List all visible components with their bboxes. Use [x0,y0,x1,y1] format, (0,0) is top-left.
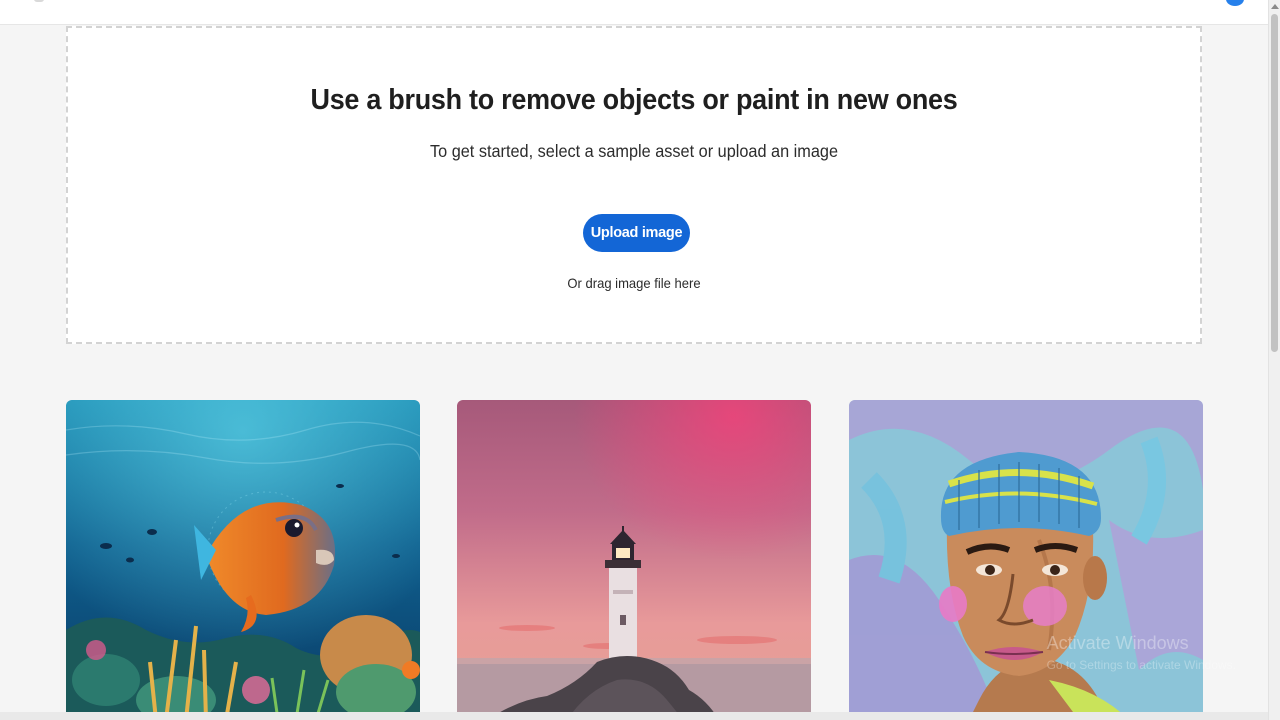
horizontal-scrollbar[interactable] [0,712,1268,720]
sample-card-lighthouse[interactable] [457,400,811,720]
vertical-scrollbar[interactable] [1268,0,1280,720]
fish-sample-image [66,400,420,720]
sample-card-fish[interactable] [66,400,420,720]
upload-image-button[interactable]: Upload image [583,214,690,252]
page-title: Use a brush to remove objects or paint i… [310,84,958,116]
page-subtitle: To get started, select a sample asset or… [429,141,839,161]
windows-activation-watermark: Activate Windows Go to Settings to activ… [1047,632,1236,676]
upload-dropzone[interactable]: Use a brush to remove objects or paint i… [66,26,1202,344]
watermark-title: Activate Windows [1046,633,1189,653]
top-bar [0,0,1268,25]
drag-hint: Or drag image file here [567,275,701,291]
app-logo[interactable] [34,0,44,2]
lighthouse-sample-image [457,400,811,720]
watermark-subtitle: Go to Settings to activate Windows. [1046,658,1236,672]
avatar[interactable] [1226,0,1244,6]
scrollbar-thumb[interactable] [1271,14,1278,352]
scroll-up-arrow-icon[interactable] [1271,4,1279,9]
